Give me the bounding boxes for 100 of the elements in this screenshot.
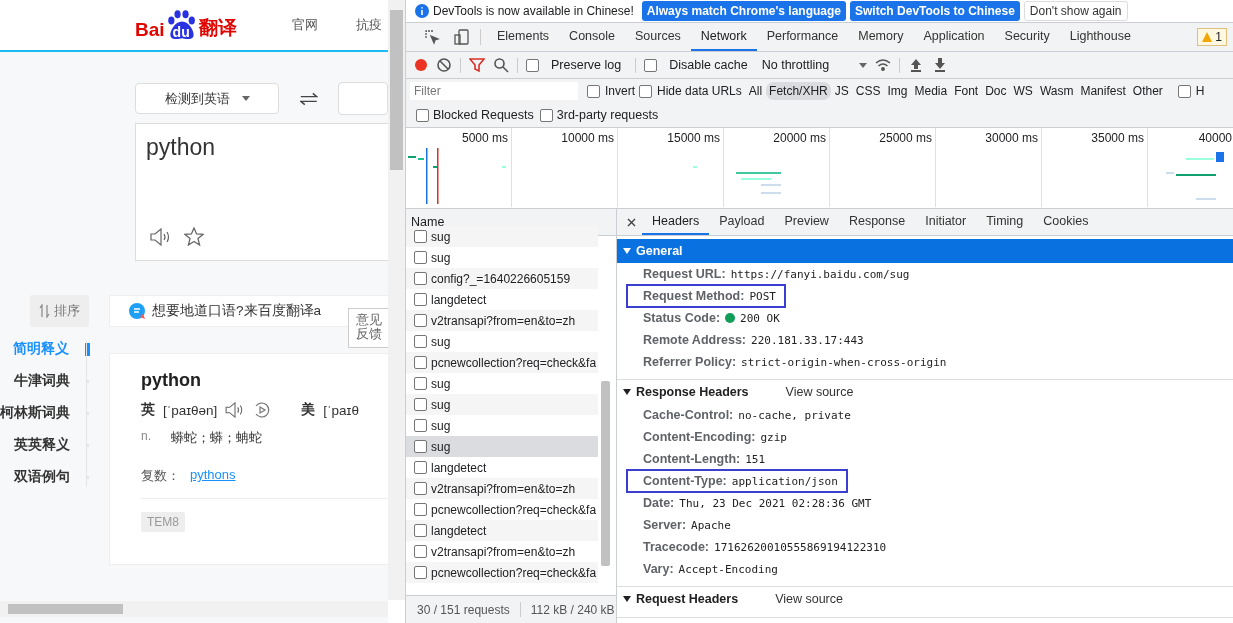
checkbox-label[interactable]: 3rd-party requests xyxy=(556,108,659,122)
request-row[interactable]: sug xyxy=(406,436,598,457)
type-filter[interactable]: Fetch/XHR xyxy=(766,82,831,100)
panel-tab[interactable]: Sources xyxy=(625,23,691,51)
detail-tab[interactable]: Cookies xyxy=(1033,209,1099,235)
device-icon[interactable] xyxy=(454,29,470,45)
type-filter[interactable]: Media xyxy=(911,82,951,100)
checkbox[interactable] xyxy=(587,84,600,98)
section-header[interactable]: General xyxy=(617,239,1233,263)
view-source-link[interactable]: View source xyxy=(775,592,843,606)
feedback-button[interactable]: 意见反馈 xyxy=(348,308,388,348)
detail-tab[interactable]: Headers xyxy=(642,209,710,235)
triangle-icon[interactable] xyxy=(623,596,631,602)
checkbox[interactable] xyxy=(539,108,553,122)
filter-field[interactable]: Filter xyxy=(410,82,578,100)
close-icon[interactable] xyxy=(627,217,636,227)
detail-tab[interactable]: Preview xyxy=(774,209,839,235)
language-button[interactable]: Always match Chrome's language xyxy=(641,1,847,21)
record-icon[interactable] xyxy=(414,58,428,72)
request-row[interactable]: langdetect xyxy=(406,289,598,310)
language-button[interactable]: Switch DevTools to Chinese xyxy=(850,1,1020,21)
request-row[interactable]: v2transapi?from=en&to=zh xyxy=(406,310,598,331)
plural-label: 复数： xyxy=(141,467,180,485)
checkbox-label[interactable]: H xyxy=(1195,84,1205,98)
request-row[interactable]: langdetect xyxy=(406,520,598,541)
dictionary-tab[interactable]: 柯林斯词典 xyxy=(0,404,70,422)
search-icon[interactable] xyxy=(493,57,509,73)
request-row[interactable]: sug xyxy=(406,415,598,436)
request-row[interactable]: langdetect xyxy=(406,457,598,478)
request-row[interactable]: sug xyxy=(406,226,598,247)
warning-badge[interactable]: 1 xyxy=(1197,28,1227,46)
type-filter[interactable]: Manifest xyxy=(1077,82,1129,100)
request-row[interactable]: v2transapi?from=en&to=zh xyxy=(406,541,598,562)
request-row[interactable]: sug xyxy=(406,331,598,352)
detail-tab[interactable]: Timing xyxy=(976,209,1034,235)
request-row[interactable]: pcnewcollection?req=check&fa xyxy=(406,499,598,520)
type-filter[interactable]: CSS xyxy=(852,82,884,100)
checkbox-label[interactable]: Disable cache xyxy=(669,58,748,72)
throttling-dropdown[interactable]: No throttling xyxy=(761,58,868,72)
star-icon[interactable] xyxy=(184,227,204,246)
panel-tab[interactable]: Memory xyxy=(848,23,914,51)
checkbox-label[interactable]: Preserve log xyxy=(551,58,622,72)
network-conditions-icon[interactable] xyxy=(875,57,892,73)
detail-tab[interactable]: Response xyxy=(838,209,916,235)
type-filter[interactable]: Doc xyxy=(982,82,1010,100)
triangle-icon[interactable] xyxy=(623,389,631,395)
type-filter[interactable]: All xyxy=(745,82,766,100)
checkbox[interactable] xyxy=(1177,84,1191,98)
horizontal-scrollbar[interactable] xyxy=(0,601,388,617)
dictionary-tab[interactable]: 双语例句 xyxy=(14,468,70,486)
replay-icon[interactable] xyxy=(253,401,272,419)
detail-tab[interactable]: Initiator xyxy=(915,209,977,235)
checkbox[interactable] xyxy=(416,108,429,122)
request-row[interactable]: sug xyxy=(406,373,598,394)
caret-icon xyxy=(241,96,250,101)
request-row[interactable]: sug xyxy=(406,394,598,415)
panel-tab[interactable]: Application xyxy=(913,23,995,51)
panel-tab[interactable]: Security xyxy=(994,23,1060,51)
view-source-link[interactable]: View source xyxy=(785,385,854,399)
speaker-icon[interactable] xyxy=(150,227,172,246)
type-filter[interactable]: JS xyxy=(831,82,852,100)
clear-icon[interactable] xyxy=(436,57,452,73)
panel-tab[interactable]: Lighthouse xyxy=(1059,23,1141,51)
type-filter[interactable]: Wasm xyxy=(1036,82,1077,100)
request-row[interactable]: sug xyxy=(406,247,598,268)
panel-tab[interactable]: Performance xyxy=(756,23,849,51)
request-row[interactable]: pcnewcollection?req=check&fa xyxy=(406,352,598,373)
dismiss-button[interactable]: Don't show again xyxy=(1023,1,1128,21)
detail-tab[interactable]: Payload xyxy=(709,209,775,235)
swap-icon[interactable] xyxy=(300,90,318,107)
nav-link[interactable]: 抗疫 xyxy=(355,16,382,34)
checkbox[interactable] xyxy=(644,58,658,72)
filter-icon[interactable] xyxy=(469,57,485,73)
header-name: Request Method: xyxy=(643,289,745,303)
request-row[interactable]: pcnewcollection?req=check&fa xyxy=(406,562,598,583)
checkbox[interactable] xyxy=(526,58,539,72)
request-row[interactable]: v2transapi?from=en&to=zh xyxy=(406,478,598,499)
panel-tab[interactable]: Elements xyxy=(487,23,560,51)
language-dropdown[interactable]: 检测到英语 xyxy=(135,83,280,114)
type-filter[interactable]: WS xyxy=(1010,82,1036,100)
type-filter[interactable]: Other xyxy=(1129,82,1166,100)
section-header[interactable]: Response Headers View source xyxy=(617,380,1233,404)
checkbox[interactable] xyxy=(639,84,652,98)
checkbox-label[interactable]: Blocked Requests xyxy=(433,108,534,122)
dictionary-tab[interactable]: 英英释义 xyxy=(14,436,70,454)
request-row[interactable]: config?_=1640226605159 xyxy=(406,268,598,289)
sort-button[interactable]: 排序 xyxy=(30,295,89,327)
panel-tab[interactable]: Console xyxy=(559,23,625,51)
type-filter[interactable]: Img xyxy=(884,82,911,100)
checkbox-label[interactable]: Hide data URLs xyxy=(657,84,742,98)
info-message: DevTools is now available in Chinese! xyxy=(433,4,634,18)
section-header[interactable]: Request Headers View source xyxy=(617,587,1233,611)
nav-link[interactable]: 官网 xyxy=(291,16,318,34)
column-header[interactable]: Name xyxy=(411,215,445,229)
dictionary-tab[interactable]: 牛津词典 xyxy=(14,372,70,390)
inspect-icon[interactable] xyxy=(424,29,440,45)
checkbox-label[interactable]: Invert xyxy=(605,84,635,98)
type-filter[interactable]: Font xyxy=(951,82,982,100)
vertical-scrollbar[interactable] xyxy=(388,0,405,600)
input-field[interactable]: python xyxy=(135,123,388,261)
